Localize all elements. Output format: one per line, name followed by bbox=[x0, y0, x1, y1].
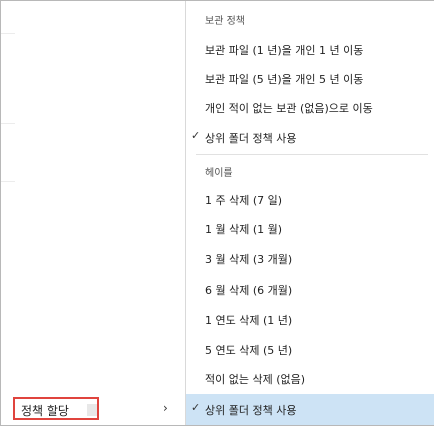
menu-item-label: 상위 폴더 정책 사용 bbox=[205, 132, 297, 145]
checkmark-icon: ✓ bbox=[191, 401, 201, 414]
archive-policy-item[interactable]: 보관 파일 (1 년)을 개인 1 년 이동 bbox=[186, 34, 434, 64]
highlight-box bbox=[13, 397, 99, 420]
retention-policy-item[interactable]: 1 연도 삭제 (1 년) bbox=[186, 304, 434, 334]
menu-item-label: 보관 파일 (1 년)을 개인 1 년 이동 bbox=[205, 44, 364, 57]
menu-item-label: 개인 적이 없는 보관 (없음)으로 이동 bbox=[205, 102, 373, 115]
menu-item-label: 6 월 삭제 (6 개월) bbox=[205, 284, 293, 297]
menu-item-label: 1 연도 삭제 (1 년) bbox=[205, 314, 293, 327]
archive-policy-item[interactable]: 개인 적이 없는 보관 (없음)으로 이동 bbox=[186, 92, 434, 122]
assign-policy-menu-item[interactable]: 정책 할당 › bbox=[1, 393, 185, 425]
window-frame: 정책 할당 › 보관 정책 보관 파일 (1 년)을 개인 1 년 이동 보관 … bbox=[0, 0, 434, 426]
policy-submenu: 보관 정책 보관 파일 (1 년)을 개인 1 년 이동 보관 파일 (5 년)… bbox=[185, 1, 434, 425]
parent-context-menu: 정책 할당 › bbox=[1, 1, 185, 425]
retention-policy-item[interactable]: 3 월 삭제 (3 개월) bbox=[186, 243, 434, 273]
divider bbox=[1, 33, 15, 34]
divider bbox=[1, 123, 15, 124]
use-parent-folder-policy-archive[interactable]: ✓ 상위 폴더 정책 사용 bbox=[186, 122, 434, 152]
retention-policy-heading: 헤이를 bbox=[186, 155, 434, 185]
menu-item-label: 1 주 삭제 (7 일) bbox=[205, 194, 283, 207]
menu-item-label: 상위 폴더 정책 사용 bbox=[205, 404, 297, 417]
menu-item-label: 보관 파일 (5 년)을 개인 5 년 이동 bbox=[205, 73, 364, 86]
retention-policy-item[interactable]: 1 월 삭제 (1 월) bbox=[186, 213, 434, 243]
archive-policy-item[interactable]: 보관 파일 (5 년)을 개인 5 년 이동 bbox=[186, 63, 434, 93]
chevron-right-icon: › bbox=[163, 401, 168, 415]
retention-policy-item[interactable]: 6 월 삭제 (6 개월) bbox=[186, 274, 434, 304]
heading-label: 보관 정책 bbox=[205, 16, 245, 27]
menu-item-label: 적이 없는 삭제 (없음) bbox=[205, 373, 306, 386]
menu-item-label: 1 월 삭제 (1 월) bbox=[205, 223, 283, 236]
checkmark-icon: ✓ bbox=[191, 129, 201, 142]
retention-policy-item[interactable]: 적이 없는 삭제 (없음) bbox=[186, 363, 434, 393]
archive-policy-heading: 보관 정책 bbox=[186, 3, 434, 33]
retention-policy-item[interactable]: 5 연도 삭제 (5 년) bbox=[186, 334, 434, 364]
retention-policy-item[interactable]: 1 주 삭제 (7 일) bbox=[186, 184, 434, 214]
heading-label: 헤이를 bbox=[205, 168, 233, 179]
divider bbox=[1, 181, 15, 182]
menu-item-label: 5 연도 삭제 (5 년) bbox=[205, 344, 293, 357]
use-parent-folder-policy-retention[interactable]: ✓ 상위 폴더 정책 사용 bbox=[186, 394, 434, 425]
menu-item-label: 3 월 삭제 (3 개월) bbox=[205, 253, 293, 266]
